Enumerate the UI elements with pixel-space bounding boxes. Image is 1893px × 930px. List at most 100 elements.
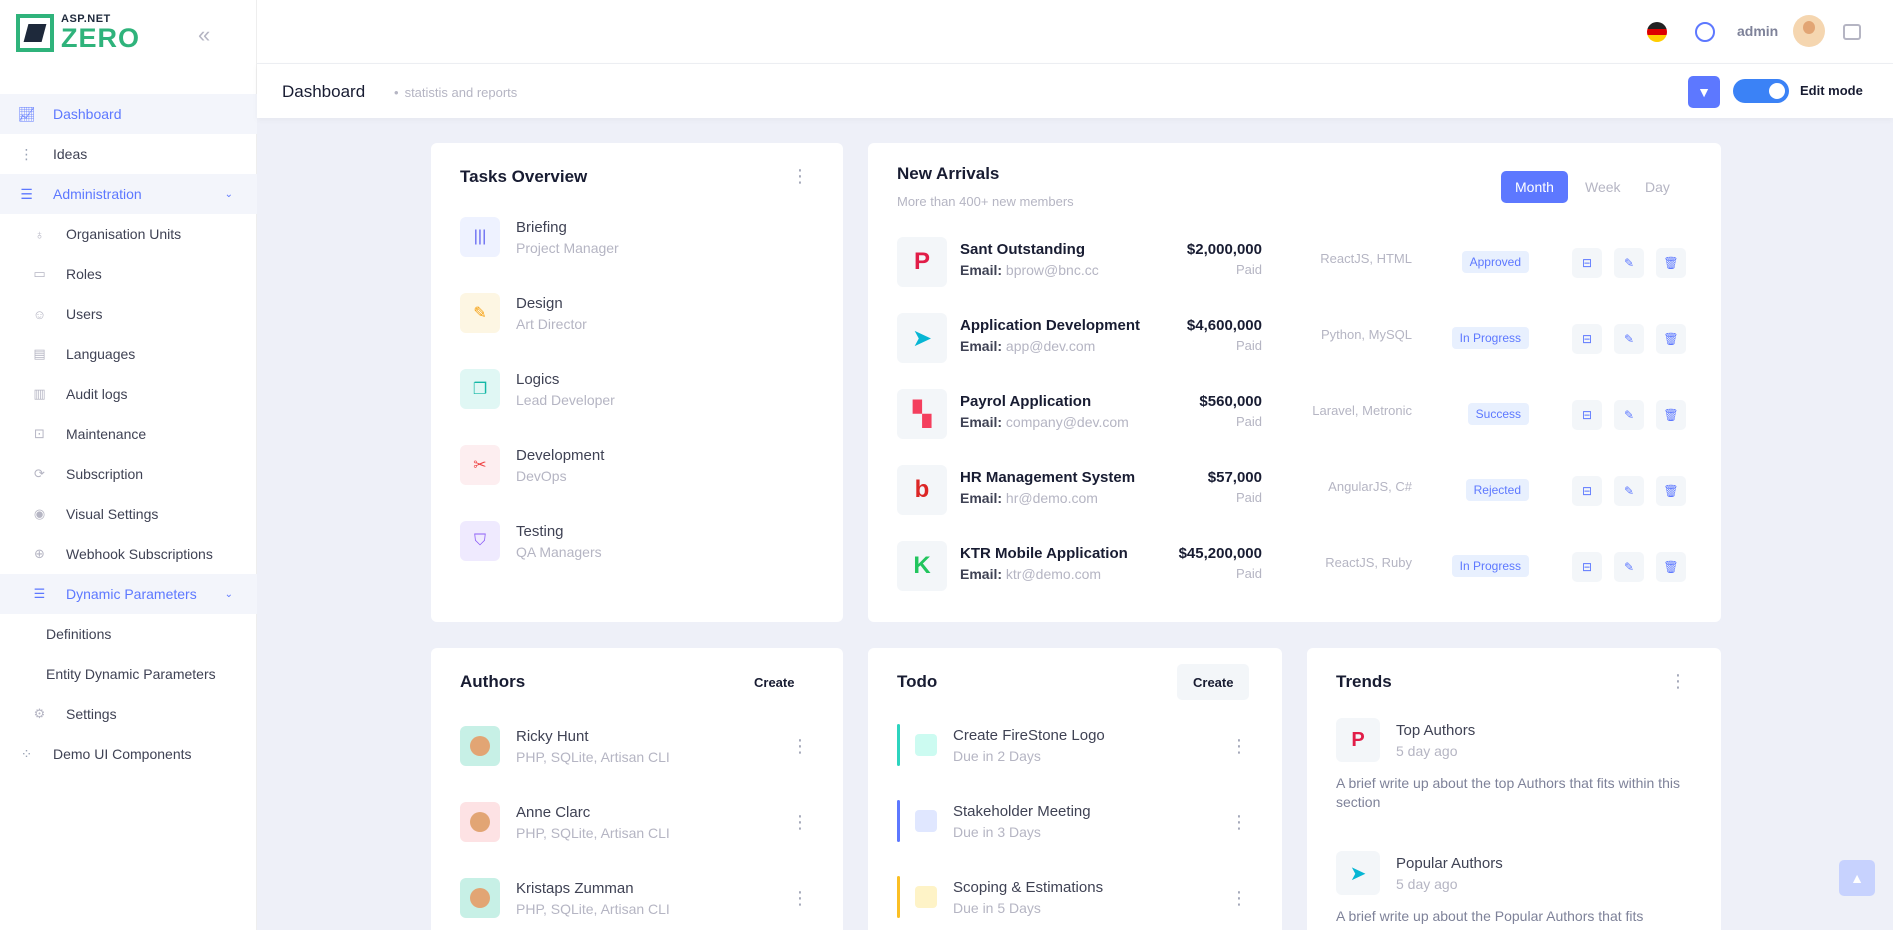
project-name[interactable]: Application Development [960,317,1140,334]
sidebar-item-audit-logs[interactable]: ▥ Audit logs [0,374,257,414]
delete-row-button[interactable]: 🗑︎ [1656,552,1686,582]
task-item[interactable]: ❐ Logics Lead Developer [460,369,615,409]
more-vertical-icon[interactable]: ⋮ [791,167,809,185]
create-todo-button[interactable]: Create [1177,664,1250,700]
toggle-row-button[interactable]: ⊟ [1572,400,1602,430]
tab-day[interactable]: Day [1631,171,1684,203]
email-value: hr@demo.com [1005,490,1098,506]
sidebar-item-dashboard[interactable]: 📈︎ Dashboard [0,94,257,134]
toggle-row-button[interactable]: ⊟ [1572,476,1602,506]
globe-icon[interactable] [1695,22,1715,42]
toggle-row-button[interactable]: ⊟ [1572,324,1602,354]
user-name[interactable]: admin [1737,23,1778,39]
edit-row-button[interactable]: ✎ [1614,324,1644,354]
edit-row-button[interactable]: ✎ [1614,552,1644,582]
author-name: Kristaps Zumman [516,879,634,897]
more-vertical-icon[interactable]: ⋮ [1230,889,1248,907]
language-flag-icon[interactable] [1647,22,1667,42]
sidebar-item-definitions[interactable]: Definitions [0,614,257,654]
delete-row-button[interactable]: 🗑︎ [1656,248,1686,278]
task-role: Art Director [516,315,587,332]
sidebar-item-demo-ui-components[interactable]: ⁘ Demo UI Components [0,734,257,774]
toggle-row-button[interactable]: ⊟ [1572,248,1602,278]
edit-mode-toggle[interactable] [1733,79,1789,103]
scroll-top-button[interactable]: ▲ [1839,860,1875,896]
trend-item[interactable]: ➤ Popular Authors 5 day ago A brief write u… [1336,851,1696,926]
todo-item[interactable]: Create FireStone Logo Due in 2 Days [897,724,1105,766]
task-item[interactable]: ✎ Design Art Director [460,293,587,333]
sidebar-item-label: Entity Dynamic Parameters [46,666,216,682]
tab-week[interactable]: Week [1571,171,1635,203]
sidebar-item-entity-dynamic-parameters[interactable]: Entity Dynamic Parameters [0,654,257,694]
sidebar-item-settings[interactable]: ⚙ Settings [0,694,257,734]
sidebar-item-webhook-subscriptions[interactable]: ⊕ Webhook Subscriptions [0,534,257,574]
project-email: Email: app@dev.com [960,338,1095,354]
sidebar-item-organisation-units[interactable]: ♁ Organisation Units [0,214,257,254]
edit-row-button[interactable]: ✎ [1614,476,1644,506]
create-author-button[interactable]: Create [738,664,810,700]
toggle-row-button[interactable]: ⊟ [1572,552,1602,582]
folder-icon: ▥ [33,386,46,401]
email-label: Email: [960,490,1003,506]
delete-row-button[interactable]: 🗑︎ [1656,400,1686,430]
sidebar-item-users[interactable]: ☺ Users [0,294,257,334]
chat-icon[interactable] [1843,24,1861,40]
project-logo: K [897,541,947,591]
project-name[interactable]: HR Management System [960,469,1135,486]
project-name[interactable]: KTR Mobile Application [960,545,1128,562]
payment-status: Paid [1235,490,1262,505]
todo-item[interactable]: Stakeholder Meeting Due in 3 Days [897,800,1091,842]
todo-checkbox[interactable] [915,886,937,908]
user-avatar[interactable] [1793,15,1825,47]
arrow-up-icon: ▲ [1850,870,1864,886]
sidebar-item-administration[interactable]: ☰ Administration ⌄ [0,174,257,214]
more-vertical-icon[interactable]: ⋮ [1230,813,1248,831]
email-label: Email: [960,566,1003,582]
todo-checkbox[interactable] [915,734,937,756]
collapse-sidebar-icon[interactable]: « [198,22,210,48]
task-name: Development [516,446,605,464]
more-vertical-icon[interactable]: ⋮ [1230,737,1248,755]
sidebar-item-maintenance[interactable]: ⊡ Maintenance [0,414,257,454]
more-vertical-icon[interactable]: ⋮ [1669,672,1687,690]
filter-button[interactable]: ▼ [1688,76,1720,108]
sidebar-menu: 📈︎ Dashboard ⋮ Ideas ☰ Administration ⌄ … [0,94,257,774]
sidebar-item-subscription[interactable]: ⟳ Subscription [0,454,257,494]
sidebar-item-label: Demo UI Components [53,746,192,762]
trend-name: Top Authors [1396,721,1476,739]
sidebar-item-visual-settings[interactable]: ◉ Visual Settings [0,494,257,534]
edit-row-button[interactable]: ✎ [1614,248,1644,278]
task-item[interactable]: ✂ Development DevOps [460,445,604,485]
delete-row-button[interactable]: 🗑︎ [1656,476,1686,506]
project-name[interactable]: Sant Outstanding [960,241,1085,258]
task-item[interactable]: ⛉ Testing QA Managers [460,521,602,561]
shield-icon: ⛉ [460,521,500,561]
project-email: Email: hr@demo.com [960,490,1098,506]
more-vertical-icon[interactable]: ⋮ [791,889,809,907]
books-icon: ||| [460,217,500,257]
pencil-icon: ✎ [1623,560,1635,574]
author-item[interactable]: Ricky Hunt PHP, SQLite, Artisan CLI [460,726,670,766]
sidebar-item-ideas[interactable]: ⋮ Ideas [0,134,257,174]
todo-item[interactable]: Scoping & Estimations Due in 5 Days [897,876,1103,918]
edit-row-button[interactable]: ✎ [1614,400,1644,430]
delete-row-button[interactable]: 🗑︎ [1656,324,1686,354]
switch-icon: ⊟ [1581,484,1593,498]
sidebar-item-roles[interactable]: ▭ Roles [0,254,257,294]
author-item[interactable]: Kristaps Zumman PHP, SQLite, Artisan CLI [460,878,670,918]
app-logo[interactable]: ASP.NET ZERO [16,14,140,52]
more-vertical-icon[interactable]: ⋮ [791,813,809,831]
tasks-overview-card: Tasks Overview ⋮ ||| Briefing Project Mana… [431,143,843,622]
trend-item[interactable]: P Top Authors 5 day ago A brief write up ab… [1336,718,1696,812]
sidebar-item-dynamic-parameters[interactable]: ☰ Dynamic Parameters ⌄ [0,574,257,614]
email-value: bprow@bnc.cc [1005,262,1099,278]
tab-month[interactable]: Month [1501,171,1568,203]
project-name[interactable]: Payrol Application [960,393,1091,410]
more-vertical-icon[interactable]: ⋮ [791,737,809,755]
sidebar-item-languages[interactable]: ▤ Languages [0,334,257,374]
chevron-down-icon: ⌄ [224,588,233,600]
sidebar-item-label: Maintenance [66,426,147,442]
author-item[interactable]: Anne Clarc PHP, SQLite, Artisan CLI [460,802,670,842]
task-item[interactable]: ||| Briefing Project Manager [460,217,619,257]
todo-checkbox[interactable] [915,810,937,832]
